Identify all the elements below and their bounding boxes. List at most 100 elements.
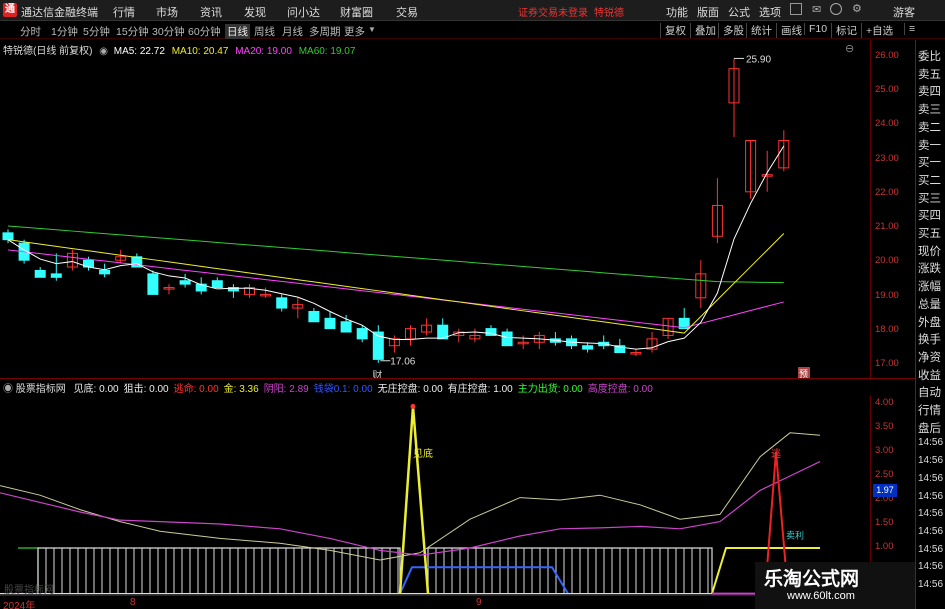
quote-label-29: 14:56 [918, 561, 944, 573]
app-logo: 通 [3, 3, 17, 17]
btn-biaoji[interactable]: 标记 [831, 23, 857, 38]
panel-divider[interactable] [0, 378, 915, 379]
period-1min[interactable]: 1分钟 [51, 24, 78, 39]
mail-icon[interactable]: ✉ [812, 3, 821, 16]
quote-label-12: 涨跌 [918, 263, 941, 276]
quote-label-5: 卖一 [918, 139, 941, 152]
ind-ytick: 3.50 [875, 421, 894, 432]
indicator-value-2: 逃命: 0.00 [173, 384, 219, 395]
period-toolbar: 分时 1分钟 5分钟 15分钟 30分钟 60分钟 日线 周线 月线 多周期 更… [0, 21, 945, 39]
btn-menu[interactable]: ≡ [904, 23, 915, 35]
quote-label-30: 14:56 [918, 579, 944, 590]
cai-marker: 财 [372, 369, 382, 378]
btn-duogu[interactable]: 多股 [718, 23, 744, 38]
quote-label-28: 14:56 [918, 543, 944, 555]
menu-faxian[interactable]: 发现 [244, 4, 266, 20]
btn-fuquan[interactable]: 复权 [660, 23, 686, 38]
period-5min[interactable]: 5分钟 [83, 24, 110, 39]
period-yuexian[interactable]: 月线 [282, 24, 303, 39]
indicator-value-4: 阴阳: 2.89 [263, 384, 309, 395]
globe-icon[interactable] [830, 3, 842, 15]
ind-spike-dot [410, 403, 416, 409]
menu-jiaoyi[interactable]: 交易 [396, 4, 418, 20]
period-rixian[interactable]: 日线 [225, 24, 250, 39]
menu-gongneng[interactable]: 功能 [666, 4, 688, 20]
stock-name-menu: 特锐德 [594, 8, 624, 19]
menu-shichang[interactable]: 市场 [156, 4, 178, 20]
btn-huaxian[interactable]: 画线 [776, 23, 802, 38]
btn-f10[interactable]: F10 [804, 23, 827, 35]
window-icon[interactable] [790, 3, 802, 15]
quote-label-2: 卖四 [918, 86, 941, 99]
settings-icon[interactable]: ⚙ [852, 2, 862, 15]
menu-gongshi[interactable]: 公式 [728, 4, 750, 20]
btn-diejia[interactable]: 叠加 [690, 23, 716, 38]
indicator-name[interactable]: 股票指标网 [16, 384, 66, 395]
quote-label-9: 买四 [918, 210, 941, 223]
main-info-bar: 特锐德(日线 前复权) ◉ MA5: 22.72 MA10: 20.47 MA2… [0, 42, 356, 57]
quote-label-18: 收益 [918, 369, 941, 382]
quote-label-24: 14:56 [918, 472, 944, 484]
ytick: 22.00 [875, 187, 899, 198]
menu-caifuquan[interactable]: 财富圈 [340, 4, 373, 20]
guest-button[interactable]: 游客 [893, 4, 915, 20]
yu-marker: 预 [799, 369, 808, 378]
ma60-label: MA60: 19.07 [298, 46, 356, 57]
quote-label-4: 卖二 [918, 121, 941, 134]
price-axis: 26.00 25.00 24.00 23.00 22.00 21.00 20.0… [870, 40, 916, 380]
indicator-info-bar: ◉ 股票指标网 见底: 0.00 狙击: 0.00 逃命: 0.00 金: 3.36 阴… [0, 380, 653, 395]
ytick: 25.00 [875, 84, 899, 95]
ind-ytick: 1.50 [875, 517, 894, 528]
ind-yinyang-line [0, 461, 821, 556]
login-notice[interactable]: 证券交易未登录 [518, 4, 588, 19]
period-fenshi[interactable]: 分时 [20, 24, 41, 39]
mai-label: 卖利 [786, 529, 804, 540]
indicator-value-9: 高度控盘: 0.00 [587, 384, 653, 395]
minimize-chart-icon[interactable]: ⊖ [845, 42, 854, 55]
menu-wenxiaoda[interactable]: 问小达 [287, 4, 320, 20]
date-axis: 2024年 8 9 [0, 595, 870, 609]
candle [324, 317, 336, 330]
menu-bar: 通 通达信金融终端 行情 市场 资讯 发现 问小达 财富圈 交易 证券交易未登录… [0, 0, 945, 21]
period-15min[interactable]: 15分钟 [116, 24, 149, 39]
ind-jin-spike [398, 406, 430, 594]
ind-box-right [427, 547, 713, 594]
candle [501, 331, 513, 347]
ind-ytick: 3.00 [875, 445, 894, 456]
btn-zixuan[interactable]: +自选 [861, 23, 893, 38]
indicator-chart[interactable]: 见底 逃卖利 [0, 395, 870, 595]
ma5-label: MA5: 22.72 [113, 46, 165, 57]
period-60min[interactable]: 60分钟 [188, 24, 221, 39]
period-duozhouqi[interactable]: 多周期 [309, 24, 341, 39]
stock-title: 特锐德(日线 前复权) [3, 46, 93, 57]
quote-label-23: 14:56 [918, 455, 944, 467]
quote-label-10: 买五 [918, 228, 941, 240]
jiandi-label: 见底 [413, 447, 433, 460]
btn-tongji[interactable]: 统计 [746, 23, 772, 38]
indicator-value-7: 有庄控盘: 1.00 [447, 384, 513, 395]
quote-label-22: 14:56 [918, 437, 944, 449]
candle [179, 280, 191, 285]
menu-banmian[interactable]: 版面 [697, 4, 719, 20]
kline-chart[interactable]: 25.90 17.06 财 预 [0, 40, 915, 378]
period-30min[interactable]: 30分钟 [152, 24, 185, 39]
menu-xuanxiang[interactable]: 选项 [759, 4, 781, 20]
menu-hangqing[interactable]: 行情 [113, 4, 135, 20]
right-quote-panel: 委比 卖五 卖四 卖三 卖二 卖一 买一 买二 买三 买四 买五 现价 涨跌 涨幅 总量 外盘 换手 净资 收益 自动… [915, 40, 945, 609]
quote-label-27: 14:56 [918, 525, 944, 537]
quote-label-25: 14:56 [918, 490, 944, 502]
tao-label: 逃 [771, 447, 781, 460]
period-zhouxian[interactable]: 周线 [254, 24, 275, 39]
candle [356, 328, 368, 340]
period-more[interactable]: 更多 [344, 24, 365, 39]
menu-zixun[interactable]: 资讯 [200, 4, 222, 20]
info-icon[interactable]: ◉ [99, 46, 108, 57]
indicator-icon[interactable]: ◉ [3, 384, 13, 395]
chevron-down-icon[interactable]: ▼ [368, 25, 376, 34]
ind-ytick: 1.00 [875, 541, 894, 552]
quote-label-0: 委比 [918, 51, 941, 63]
ma20-line [7, 249, 784, 329]
axis-month-9: 9 [476, 597, 482, 608]
indicator-value-8: 主力出货: 0.00 [517, 384, 583, 395]
low-label: 17.06 [390, 357, 415, 368]
